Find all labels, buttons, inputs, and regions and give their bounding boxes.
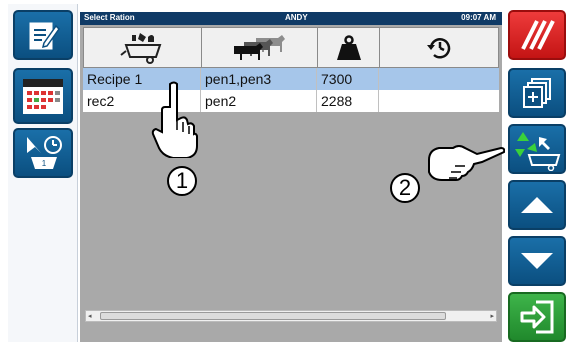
feed-schedule-button[interactable]: 1 bbox=[13, 128, 73, 178]
cancel-hatch-icon bbox=[521, 20, 555, 50]
cancel-button[interactable] bbox=[508, 10, 566, 60]
pointing-hand-right-icon bbox=[428, 145, 505, 181]
table-row[interactable]: Recipe 1 pen1,pen3 7300 bbox=[83, 68, 499, 90]
scroll-down-button[interactable] bbox=[508, 236, 566, 286]
edit-button[interactable] bbox=[13, 10, 73, 60]
user-name: ANDY bbox=[285, 13, 308, 22]
add-copy-icon bbox=[523, 78, 551, 108]
title-bar: Select Ration ANDY 09:07 AM bbox=[80, 12, 502, 25]
weight-cell: 2288 bbox=[317, 90, 379, 112]
horizontal-scrollbar[interactable]: ◂ ▸ bbox=[85, 310, 497, 322]
clock-time: 09:07 AM bbox=[461, 13, 496, 22]
history-clock-icon bbox=[427, 37, 451, 59]
column-header-pens[interactable] bbox=[201, 27, 317, 68]
arrow-up-icon bbox=[521, 197, 553, 213]
feed-schedule-icon: 1 bbox=[27, 136, 62, 169]
pens-cell: pen1,pen3 bbox=[201, 68, 317, 90]
recycle-wagon-icon bbox=[515, 132, 561, 171]
arrow-down-icon bbox=[521, 253, 553, 269]
edit-notepad-icon bbox=[29, 22, 60, 50]
weight-icon bbox=[336, 34, 361, 60]
scrollbar-thumb[interactable] bbox=[100, 312, 446, 320]
step-1-callout: 1 bbox=[167, 166, 197, 196]
history-cell bbox=[379, 68, 499, 90]
pointing-hand-up-icon bbox=[151, 81, 198, 158]
cattle-group-icon bbox=[233, 34, 285, 60]
app-window: 1 Select Ration ANDY 09:07 AM Recipe 1 p… bbox=[0, 0, 571, 348]
left-toolbar: 1 bbox=[8, 4, 78, 342]
calendar-icon bbox=[23, 79, 63, 114]
screen-title: Select Ration bbox=[84, 13, 135, 22]
scroll-left-arrow-icon[interactable]: ◂ bbox=[88, 312, 92, 320]
add-copy-button[interactable] bbox=[508, 68, 566, 118]
column-header-history[interactable] bbox=[379, 27, 499, 68]
table-header bbox=[83, 27, 499, 68]
svg-text:1: 1 bbox=[42, 159, 47, 168]
step-2-callout: 2 bbox=[390, 173, 420, 203]
calendar-button[interactable] bbox=[13, 68, 73, 124]
column-header-recipe[interactable] bbox=[83, 27, 201, 68]
weight-cell: 7300 bbox=[317, 68, 379, 90]
enter-button[interactable] bbox=[508, 292, 566, 342]
history-cell bbox=[379, 90, 499, 112]
scroll-up-button[interactable] bbox=[508, 180, 566, 230]
pens-cell: pen2 bbox=[201, 90, 317, 112]
right-toolbar bbox=[505, 4, 567, 344]
enter-arrow-icon bbox=[520, 300, 554, 334]
table-row[interactable]: rec2 pen2 2288 bbox=[83, 90, 499, 112]
ration-table: Recipe 1 pen1,pen3 7300 rec2 pen2 2288 bbox=[83, 27, 499, 112]
mixer-wagon-ingredients-icon bbox=[119, 32, 161, 64]
column-header-weight[interactable] bbox=[317, 27, 379, 68]
recycle-wagon-button[interactable] bbox=[508, 124, 566, 174]
scroll-right-arrow-icon[interactable]: ▸ bbox=[490, 312, 494, 320]
